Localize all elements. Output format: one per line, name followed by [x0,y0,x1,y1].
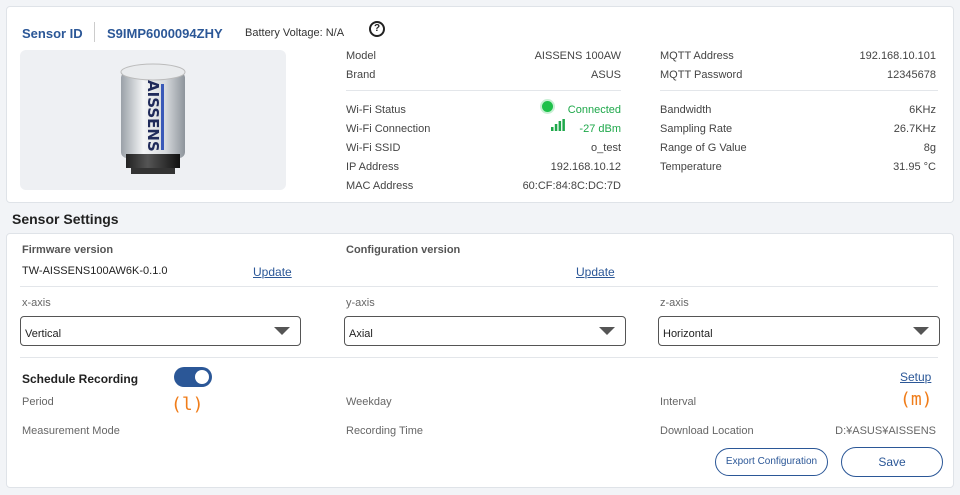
mqtt-address-label: MQTT Address [660,50,734,62]
chevron-down-icon [274,327,290,335]
ip-address-label: IP Address [346,161,399,173]
model-label: Model [346,50,376,62]
interval-label: Interval [660,396,697,408]
setup-link[interactable]: Setup [900,370,931,384]
chevron-down-icon [913,327,929,335]
x-axis-selected-value: Vertical [25,328,62,340]
mac-address-label: MAC Address [346,180,414,192]
g-range-value: 8g [923,142,936,154]
wifi-connection-value: -27 dBm [579,123,621,135]
y-axis-label: y-axis [346,297,375,309]
wifi-ssid-value: o_test [591,142,621,154]
ip-address-value: 192.168.10.12 [550,161,621,173]
mqtt-password-label: MQTT Password [660,69,743,81]
y-axis-select[interactable]: Axial [344,316,626,346]
x-axis-select[interactable]: Vertical [20,316,301,346]
sensor-settings-title: Sensor Settings [12,211,119,227]
schedule-recording-toggle[interactable] [174,367,212,387]
sensor-id-label: Sensor ID [22,26,83,41]
export-configuration-button[interactable]: Export Configuration [715,448,828,476]
recording-time-label: Recording Time [346,425,424,437]
y-axis-selected-value: Axial [349,328,373,340]
z-axis-label: z-axis [660,297,689,309]
sensor-product-image: AISSENS [20,50,286,190]
firmware-update-link[interactable]: Update [253,265,292,279]
chevron-down-icon [599,327,615,335]
sensor-device-illustration: AISSENS [120,63,186,174]
wifi-ssid-label: Wi-Fi SSID [346,142,401,154]
x-axis-label: x-axis [22,297,51,309]
firmware-version-value: TW-AISSENS100AW6K-0.1.0 [22,265,168,277]
sampling-rate-label: Sampling Rate [660,123,733,135]
help-icon[interactable]: ? [369,21,385,37]
brand-label: Brand [346,69,376,81]
save-button[interactable]: Save [841,447,943,477]
firmware-version-label: Firmware version [22,244,114,256]
g-range-label: Range of G Value [660,142,747,154]
header-separator [94,22,95,42]
settings-divider-1 [20,286,938,287]
configuration-update-link[interactable]: Update [576,265,615,279]
period-label: Period [22,396,54,408]
download-location-label: Download Location [660,425,754,437]
brand-value: ASUS [591,69,621,81]
measurement-mode-label: Measurement Mode [22,425,120,437]
sensor-settings-card: Firmware version TW-AISSENS100AW6K-0.1.0… [6,233,954,488]
battery-voltage: Battery Voltage: N/A [245,27,345,39]
z-axis-select[interactable]: Horizontal [658,316,940,346]
connected-status-icon [542,101,553,112]
schedule-recording-label: Schedule Recording [22,372,139,386]
configuration-version-label: Configuration version [346,244,461,256]
sensor-info-card: Sensor ID S9IMP6000094ZHY Battery Voltag… [6,6,954,203]
sensor-brand-text: AISSENS [144,80,162,152]
settings-divider-2 [20,357,938,358]
download-location-value: D:¥ASUS¥AISSENS [835,425,936,437]
weekday-label: Weekday [346,396,392,408]
mqtt-password-value: 12345678 [887,69,936,81]
info-divider-right [660,90,938,91]
bandwidth-value: 6KHz [909,104,936,116]
wifi-status-value: Connected [567,104,621,116]
wifi-signal-icon [551,119,565,131]
z-axis-selected-value: Horizontal [663,328,713,340]
mqtt-address-value: 192.168.10.101 [859,50,936,62]
mac-address-value: 60:CF:84:8C:DC:7D [522,180,621,192]
sensor-id-value: S9IMP6000094ZHY [107,26,223,41]
wifi-status-label: Wi-Fi Status [346,104,406,116]
annotation-marker-m: (m) [900,389,933,410]
model-value: AISSENS 100AW [534,50,621,62]
sampling-rate-value: 26.7KHz [893,123,936,135]
wifi-connection-label: Wi-Fi Connection [346,123,431,135]
bandwidth-label: Bandwidth [660,104,712,116]
temperature-label: Temperature [660,161,722,173]
toggle-knob [195,370,209,384]
info-divider-left [346,90,621,91]
temperature-value: 31.95 °C [893,161,936,173]
annotation-marker-l: (l) [171,394,204,415]
